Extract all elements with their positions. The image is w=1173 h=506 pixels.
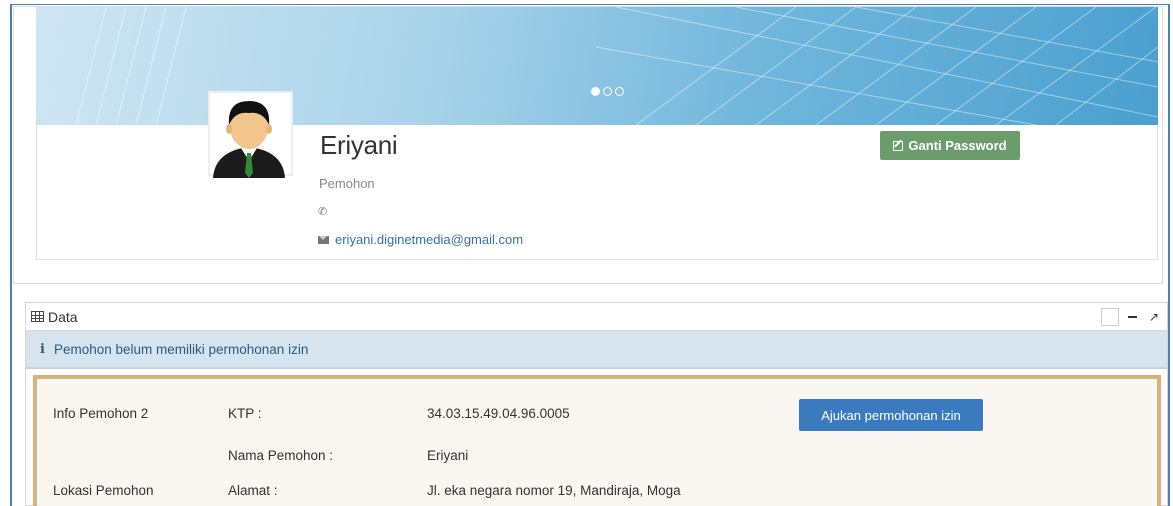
carousel-dot[interactable] xyxy=(603,87,612,96)
collapse-icon[interactable] xyxy=(1123,308,1141,326)
field-value: Jl. eka negara nomor 19, Mandiraja, Moga xyxy=(427,483,681,498)
carousel-dot[interactable] xyxy=(615,87,624,96)
field-value: Eriyani xyxy=(427,448,469,463)
profile-role: Pemohon xyxy=(319,176,375,191)
info-icon: i xyxy=(40,341,45,357)
change-password-label: Ganti Password xyxy=(908,138,1007,153)
widget-checkbox[interactable] xyxy=(1101,308,1119,326)
profile-name: Eriyani xyxy=(320,130,398,160)
section-label: Info Pemohon 2 xyxy=(53,406,149,421)
info-alert: i Pemohon belum memiliki permohonan izin xyxy=(26,331,1167,369)
data-widget: Data ↗ i Pemohon belum memiliki permohon… xyxy=(25,302,1168,506)
carousel-indicators xyxy=(591,87,624,96)
applicant-info-panel: Info Pemohon 2 KTP : 34.03.15.49.04.96.0… xyxy=(33,375,1161,506)
profile-email[interactable]: eriyani.diginetmedia@gmail.com xyxy=(335,232,523,247)
edit-icon xyxy=(893,140,904,151)
section-label: Lokasi Pemohon xyxy=(53,483,154,498)
field-label: Nama Pemohon : xyxy=(228,448,334,463)
phone-icon: ✆ xyxy=(318,206,328,218)
avatar xyxy=(208,91,293,178)
apply-permit-button[interactable]: Ajukan permohonan izin xyxy=(799,399,983,431)
widget-header: Data ↗ xyxy=(26,303,1167,331)
fullscreen-icon[interactable]: ↗ xyxy=(1145,308,1163,326)
user-avatar-icon xyxy=(213,101,285,178)
field-label: KTP : xyxy=(228,406,262,421)
change-password-button[interactable]: Ganti Password xyxy=(880,131,1020,160)
widget-toolbar: ↗ xyxy=(1101,308,1163,326)
table-icon xyxy=(31,311,44,322)
email-row: eriyani.diginetmedia@gmail.com xyxy=(318,232,523,247)
carousel-dot[interactable] xyxy=(591,87,600,96)
field-label: Alamat : xyxy=(228,483,278,498)
field-value: 34.03.15.49.04.96.0005 xyxy=(427,406,570,421)
widget-title: Data xyxy=(48,308,78,325)
envelope-icon xyxy=(318,235,329,244)
alert-text: Pemohon belum memiliki permohonan izin xyxy=(53,341,309,357)
